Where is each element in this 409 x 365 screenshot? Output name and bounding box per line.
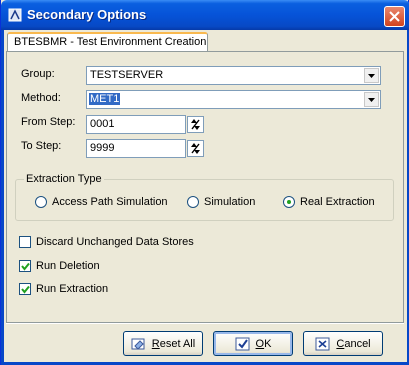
group-dropdown-button[interactable]	[364, 68, 379, 83]
method-combobox[interactable]: MET1	[86, 90, 381, 109]
title-bar[interactable]: Secondary Options	[1, 0, 409, 30]
tab-label: BTESBMR - Test Environment Creation	[14, 36, 207, 48]
chevron-down-icon	[368, 97, 375, 102]
from-step-spinner[interactable]	[187, 116, 204, 133]
checkbox-run-deletion-label[interactable]: Run Deletion	[36, 260, 100, 272]
checkbox-run-deletion[interactable]	[19, 260, 31, 272]
cancel-icon	[315, 337, 330, 350]
to-step-label: To Step:	[21, 140, 62, 152]
spinner-icon	[191, 119, 200, 130]
secondary-options-dialog: Secondary Options BTESBMR - Test Environ…	[0, 0, 409, 365]
window-title: Secondary Options	[27, 7, 147, 22]
ok-label: OK	[255, 337, 272, 350]
group-label: Group:	[21, 68, 55, 80]
close-button[interactable]	[384, 6, 405, 27]
chevron-down-icon	[368, 73, 375, 78]
to-step-spinner[interactable]	[187, 140, 204, 157]
checkmark-icon	[235, 337, 250, 350]
checkbox-discard-unchanged[interactable]	[19, 236, 31, 248]
reset-all-button[interactable]: Reset All	[123, 331, 203, 356]
radio-access-path-simulation[interactable]	[35, 196, 47, 208]
radio-simulation-label[interactable]: Simulation	[204, 196, 255, 208]
footer-separator	[6, 323, 404, 324]
from-step-field[interactable]: 0001	[86, 115, 186, 134]
radio-simulation[interactable]	[187, 196, 199, 208]
checkbox-run-extraction-label[interactable]: Run Extraction	[36, 283, 108, 295]
radio-real-extraction-label[interactable]: Real Extraction	[300, 196, 375, 208]
method-label: Method:	[21, 92, 61, 104]
checkmark-icon	[21, 262, 30, 271]
window-frame-left	[1, 30, 4, 365]
from-step-value: 0001	[90, 118, 115, 130]
checkbox-discard-unchanged-label[interactable]: Discard Unchanged Data Stores	[36, 236, 194, 248]
close-icon	[389, 11, 400, 22]
extraction-type-title: Extraction Type	[24, 173, 104, 185]
radio-real-extraction[interactable]	[283, 196, 295, 208]
ok-button[interactable]: OK	[213, 331, 293, 356]
radio-access-path-simulation-label[interactable]: Access Path Simulation	[52, 196, 168, 208]
dialog-app-icon	[8, 8, 22, 22]
checkbox-run-extraction[interactable]	[19, 283, 31, 295]
group-combobox[interactable]: TESTSERVER	[86, 66, 381, 85]
reset-all-label: Reset All	[151, 337, 196, 350]
cancel-button[interactable]: Cancel	[303, 331, 383, 356]
checkmark-icon	[21, 285, 30, 294]
method-value: MET1	[89, 93, 121, 105]
method-dropdown-button[interactable]	[364, 92, 379, 107]
to-step-field[interactable]: 9999	[86, 139, 186, 158]
cancel-label: Cancel	[336, 337, 371, 350]
from-step-label: From Step:	[21, 116, 76, 128]
to-step-value: 9999	[90, 142, 115, 154]
group-value: TESTSERVER	[90, 69, 164, 81]
spinner-icon	[191, 143, 200, 154]
tab-test-environment-creation[interactable]: BTESBMR - Test Environment Creation	[7, 32, 208, 52]
reset-icon	[131, 338, 145, 350]
